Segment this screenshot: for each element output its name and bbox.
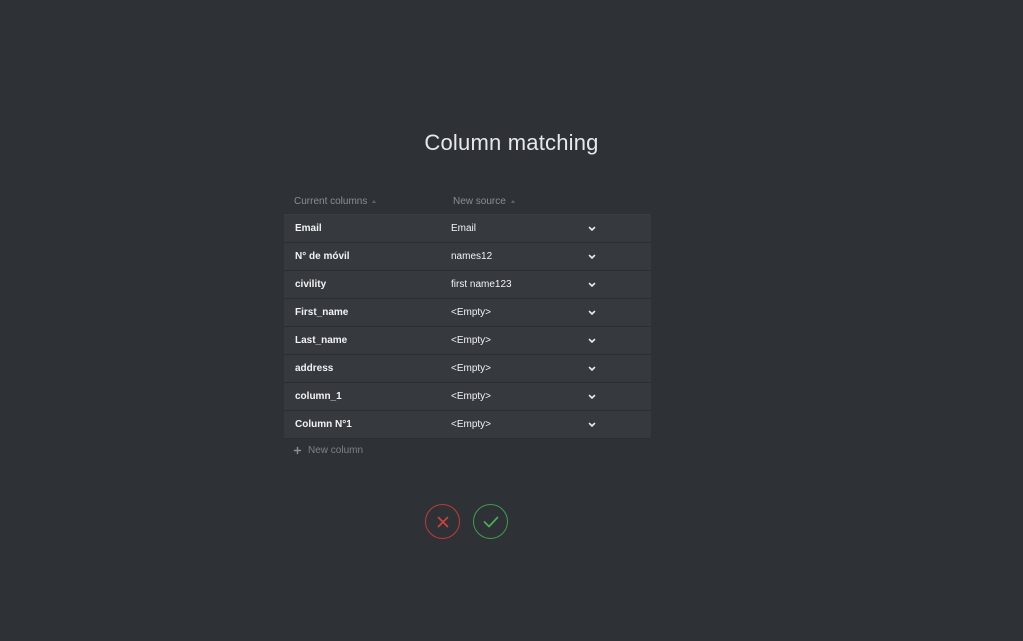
column-matching-table: Current columns New source Email Email N° … xyxy=(284,188,651,460)
chevron-down-icon xyxy=(588,226,596,231)
plus-icon xyxy=(293,446,302,455)
new-column-label: New column xyxy=(308,445,364,456)
chevron-down-icon xyxy=(588,422,596,427)
source-select[interactable]: Email xyxy=(445,218,605,240)
chevron-down-icon xyxy=(588,310,596,315)
current-column-name: Column N°1 xyxy=(295,419,352,430)
source-select-value: <Empty> xyxy=(451,419,492,430)
header-current-columns[interactable]: Current columns xyxy=(294,196,377,207)
chevron-down-icon xyxy=(588,254,596,259)
current-column-name: Email xyxy=(295,223,322,234)
current-column-name: First_name xyxy=(295,307,349,318)
table-row: column_1 <Empty> xyxy=(284,383,651,411)
confirm-button[interactable] xyxy=(473,504,508,539)
sort-up-icon xyxy=(372,200,377,203)
column-matching-page: Column matching Current columns New sour… xyxy=(0,0,1023,641)
chevron-down-icon xyxy=(588,282,596,287)
new-column-button[interactable]: New column xyxy=(293,445,363,456)
current-column-name: civility xyxy=(295,279,327,290)
table-row: N° de móvil names12 xyxy=(284,243,651,271)
table-row: First_name <Empty> xyxy=(284,299,651,327)
close-icon xyxy=(437,516,448,527)
source-select-value: <Empty> xyxy=(451,391,492,402)
chevron-down-icon xyxy=(588,338,596,343)
table-header: Current columns New source xyxy=(284,188,651,215)
source-select[interactable]: <Empty> xyxy=(445,386,605,408)
source-select[interactable]: first name123 xyxy=(445,274,605,296)
header-current-label: Current columns xyxy=(294,196,368,207)
source-select-value: Email xyxy=(451,223,477,234)
chevron-down-icon xyxy=(588,366,596,371)
cancel-button[interactable] xyxy=(425,504,460,539)
current-column-name: address xyxy=(295,363,334,374)
table-row: Column N°1 <Empty> xyxy=(284,411,651,439)
source-select[interactable]: <Empty> xyxy=(445,330,605,352)
source-select[interactable]: <Empty> xyxy=(445,358,605,380)
source-select-value: names12 xyxy=(451,251,493,262)
header-new-source[interactable]: New source xyxy=(453,196,515,207)
check-icon xyxy=(483,516,498,527)
dialog-actions xyxy=(425,504,508,539)
source-select-value: <Empty> xyxy=(451,307,492,318)
source-select[interactable]: names12 xyxy=(445,246,605,268)
current-column-name: Last_name xyxy=(295,335,348,346)
source-select-value: <Empty> xyxy=(451,363,492,374)
source-select-value: first name123 xyxy=(451,279,512,290)
page-title: Column matching xyxy=(424,130,599,155)
table-row: civility first name123 xyxy=(284,271,651,299)
table-row: Last_name <Empty> xyxy=(284,327,651,355)
source-select[interactable]: <Empty> xyxy=(445,414,605,436)
source-select-value: <Empty> xyxy=(451,335,492,346)
sort-up-icon xyxy=(510,200,515,203)
table-body: Email Email N° de móvil names12 civility firs… xyxy=(284,215,651,439)
header-new-label: New source xyxy=(453,196,506,207)
source-select[interactable]: <Empty> xyxy=(445,302,605,324)
table-row: address <Empty> xyxy=(284,355,651,383)
current-column-name: column_1 xyxy=(295,391,342,402)
table-row: Email Email xyxy=(284,215,651,243)
chevron-down-icon xyxy=(588,394,596,399)
current-column-name: N° de móvil xyxy=(295,251,350,262)
